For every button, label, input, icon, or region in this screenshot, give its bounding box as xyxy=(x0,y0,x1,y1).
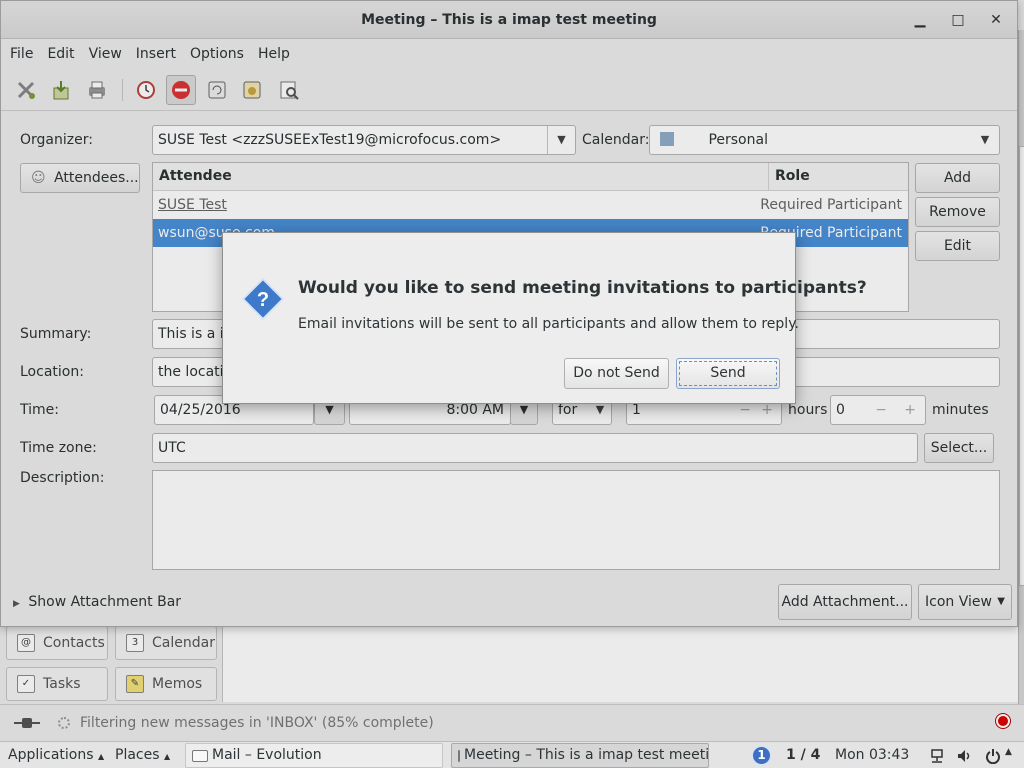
places-menu-label: Places xyxy=(115,747,160,763)
dialog-title: Would you like to send meeting invitatio… xyxy=(298,278,867,298)
task-label: Mail – Evolution xyxy=(212,747,322,763)
task-label: Meeting – This is a imap test meeti... xyxy=(464,747,709,763)
do-not-send-button[interactable]: Do not Send xyxy=(564,358,669,389)
applications-menu-label: Applications xyxy=(8,747,94,763)
send-invitations-dialog: ? Would you like to send meeting invitat… xyxy=(222,232,867,404)
taskbar: Applications ▲ Places ▲ Mail – Evolution… xyxy=(0,741,1024,768)
workspace-badge[interactable]: 1 xyxy=(751,745,772,766)
send-button[interactable]: Send xyxy=(676,358,780,389)
triangle-up-icon[interactable]: ▲ xyxy=(1005,747,1012,757)
task-meeting-editor[interactable]: Meeting – This is a imap test meeti... xyxy=(451,743,709,768)
dialog-message: Email invitations will be sent to all pa… xyxy=(298,316,799,332)
svg-text:?: ? xyxy=(257,289,269,311)
places-menu[interactable]: Places ▲ xyxy=(115,742,170,768)
triangle-up-icon: ▲ xyxy=(97,752,105,761)
network-icon[interactable] xyxy=(929,748,945,764)
workspace-indicator[interactable]: 1 / 4 xyxy=(786,742,820,768)
clock[interactable]: Mon 03:43 xyxy=(835,742,909,768)
triangle-up-icon: ▲ xyxy=(163,752,171,761)
task-mail-evolution[interactable]: Mail – Evolution xyxy=(185,743,443,768)
volume-icon[interactable] xyxy=(956,748,972,764)
mail-app-icon xyxy=(192,749,208,762)
meeting-app-icon xyxy=(458,749,460,762)
question-icon: ? xyxy=(241,277,285,321)
power-icon[interactable] xyxy=(985,748,1001,764)
applications-menu[interactable]: Applications ▲ xyxy=(8,742,104,768)
